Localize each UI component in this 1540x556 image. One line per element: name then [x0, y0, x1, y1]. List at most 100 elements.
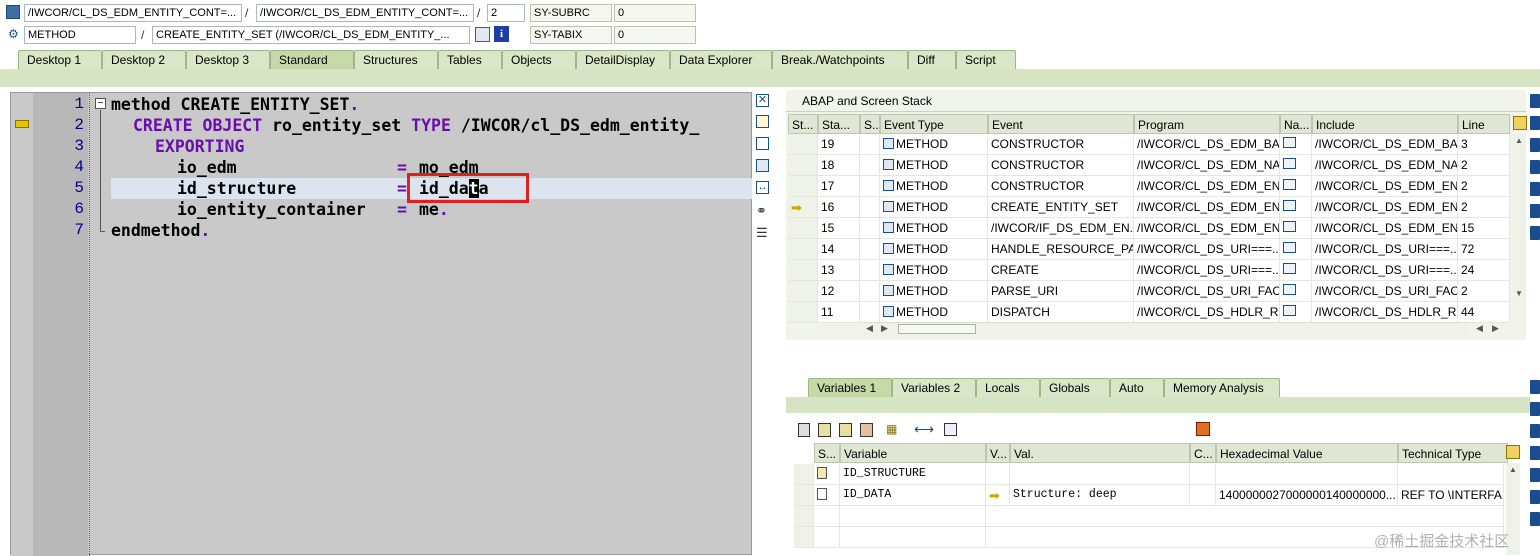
- maximize-icon[interactable]: [756, 159, 769, 172]
- navigate-cell[interactable]: [1280, 134, 1312, 155]
- col-header-hex[interactable]: Hexadecimal Value: [1216, 443, 1398, 463]
- tab-desktop-3[interactable]: Desktop 3: [186, 50, 270, 69]
- tool-icon-right[interactable]: [1530, 468, 1540, 482]
- col-header-na[interactable]: Na...: [1280, 114, 1312, 134]
- tab-standard[interactable]: Standard: [270, 50, 354, 69]
- settings-icon[interactable]: ☰: [756, 225, 768, 241]
- sysvar-value-2[interactable]: 0: [614, 26, 696, 44]
- navigate-icon[interactable]: [1283, 179, 1296, 190]
- tab-memory-analysis[interactable]: Memory Analysis: [1164, 378, 1280, 397]
- tab-diff[interactable]: Diff: [908, 50, 956, 69]
- delete-icon[interactable]: [798, 423, 810, 437]
- tab-tables[interactable]: Tables: [438, 50, 502, 69]
- sysvar-name-2[interactable]: SY-TABIX: [530, 26, 612, 44]
- close-icon[interactable]: ✕: [756, 94, 769, 107]
- panel-splitter[interactable]: [786, 340, 1526, 376]
- tree-icon[interactable]: ▦: [886, 422, 902, 437]
- col-header-program[interactable]: Program: [1134, 114, 1280, 134]
- vertical-scrollbar[interactable]: [1512, 134, 1526, 302]
- scroll-right-icon-2[interactable]: ▶: [1492, 323, 1499, 334]
- tool-icon-right[interactable]: [1530, 226, 1540, 240]
- col-header-c[interactable]: C...: [1190, 443, 1216, 463]
- line-field[interactable]: 2: [487, 4, 525, 22]
- new-entry-icon[interactable]: [944, 423, 957, 436]
- current-marker-cell[interactable]: [788, 218, 818, 239]
- tool-icon-right[interactable]: [1530, 402, 1540, 416]
- navigate-icon[interactable]: [1283, 284, 1296, 295]
- tab-objects[interactable]: Objects: [502, 50, 576, 69]
- tab-data-explorer[interactable]: Data Explorer: [670, 50, 772, 69]
- col-header-s[interactable]: S...: [860, 114, 880, 134]
- tab-structures[interactable]: Structures: [354, 50, 438, 69]
- col-header-event[interactable]: Event: [988, 114, 1134, 134]
- layout-icon-2[interactable]: [1506, 445, 1520, 459]
- tab-auto[interactable]: Auto: [1110, 378, 1164, 397]
- resize-icon[interactable]: ↔: [756, 181, 769, 194]
- scroll-thumb[interactable]: [898, 324, 976, 334]
- program-field-2[interactable]: /IWCOR/CL_DS_EDM_ENTITY_CONT=...: [256, 4, 474, 22]
- scroll-up-icon[interactable]: ▲: [1515, 136, 1523, 145]
- current-marker-cell[interactable]: [788, 281, 818, 302]
- tool-icon-right[interactable]: [1530, 182, 1540, 196]
- tab-desktop-1[interactable]: Desktop 1: [18, 50, 102, 69]
- tab-variables-1[interactable]: Variables 1: [808, 378, 892, 397]
- program-field-1[interactable]: /IWCOR/CL_DS_EDM_ENTITY_CONT=...: [24, 4, 242, 22]
- table-icon[interactable]: [475, 27, 490, 42]
- export-icon[interactable]: [860, 423, 873, 437]
- scroll-left-icon[interactable]: ◀: [866, 323, 873, 334]
- col-header-techtype[interactable]: Technical Type: [1398, 443, 1508, 463]
- close-icon-right-2[interactable]: [1530, 380, 1540, 394]
- navigate-icon[interactable]: [1283, 242, 1296, 253]
- row-selector[interactable]: [794, 485, 814, 506]
- info-icon[interactable]: i: [494, 26, 509, 42]
- row-selector[interactable]: [794, 464, 814, 485]
- layout-icon[interactable]: [1513, 116, 1527, 130]
- value-cell[interactable]: Structure: deep: [1010, 485, 1190, 506]
- row-selector[interactable]: [794, 527, 814, 548]
- tool-icon-right[interactable]: [1530, 204, 1540, 218]
- col-header-event-type[interactable]: Event Type: [880, 114, 988, 134]
- navigate-cell[interactable]: [1280, 218, 1312, 239]
- load-variables-icon[interactable]: [839, 423, 852, 437]
- tool-icon-right[interactable]: [1530, 160, 1540, 174]
- sysvar-value-1[interactable]: 0: [614, 4, 696, 22]
- tool-icon-right[interactable]: [1530, 446, 1540, 460]
- current-marker-cell[interactable]: [788, 260, 818, 281]
- navigate-cell[interactable]: [1280, 239, 1312, 260]
- col-header-include[interactable]: Include: [1312, 114, 1458, 134]
- save-variables-icon[interactable]: [818, 423, 831, 437]
- variable-name[interactable]: ID_STRUCTURE: [840, 464, 986, 485]
- tab-script[interactable]: Script: [956, 50, 1016, 69]
- navigate-cell[interactable]: [1280, 197, 1312, 218]
- tab-desktop-2[interactable]: Desktop 2: [102, 50, 186, 69]
- tab-watchpoints[interactable]: Break./Watchpoints: [772, 50, 908, 69]
- col-header-line[interactable]: Line: [1458, 114, 1510, 134]
- tab-detaildisplay[interactable]: DetailDisplay: [576, 50, 670, 69]
- col-header-val[interactable]: Val.: [1010, 443, 1190, 463]
- current-marker-cell[interactable]: ➡: [788, 197, 818, 218]
- event-field[interactable]: CREATE_ENTITY_SET (/IWCOR/CL_DS_EDM_ENTI…: [152, 26, 470, 44]
- tool-icon-right[interactable]: [1530, 490, 1540, 504]
- scroll-up-icon-2[interactable]: ▲: [1509, 465, 1517, 474]
- navigate-cell[interactable]: [1280, 302, 1312, 323]
- current-marker-cell[interactable]: [788, 302, 818, 323]
- navigate-icon[interactable]: [1283, 305, 1296, 316]
- value-cell[interactable]: [1010, 464, 1190, 485]
- headset-icon[interactable]: ⚭: [756, 203, 767, 219]
- col-header-sta[interactable]: Sta...: [818, 114, 860, 134]
- current-marker-cell[interactable]: [788, 134, 818, 155]
- scroll-left-icon-2[interactable]: ◀: [1476, 323, 1483, 334]
- row-selector[interactable]: [794, 506, 814, 527]
- navigate-cell[interactable]: [1280, 155, 1312, 176]
- variable-name[interactable]: ID_DATA: [840, 485, 986, 506]
- current-marker-cell[interactable]: [788, 176, 818, 197]
- navigate-icon[interactable]: [1283, 200, 1296, 211]
- current-marker-cell[interactable]: [788, 239, 818, 260]
- tool-icon-right[interactable]: [1530, 424, 1540, 438]
- collapse-icon[interactable]: −: [95, 98, 106, 109]
- scroll-down-icon[interactable]: ▼: [1515, 289, 1523, 298]
- col-header-variable[interactable]: Variable: [840, 443, 986, 463]
- navigate-cell[interactable]: [1280, 281, 1312, 302]
- save-icon[interactable]: [1196, 422, 1210, 436]
- close-icon-right[interactable]: [1530, 94, 1540, 108]
